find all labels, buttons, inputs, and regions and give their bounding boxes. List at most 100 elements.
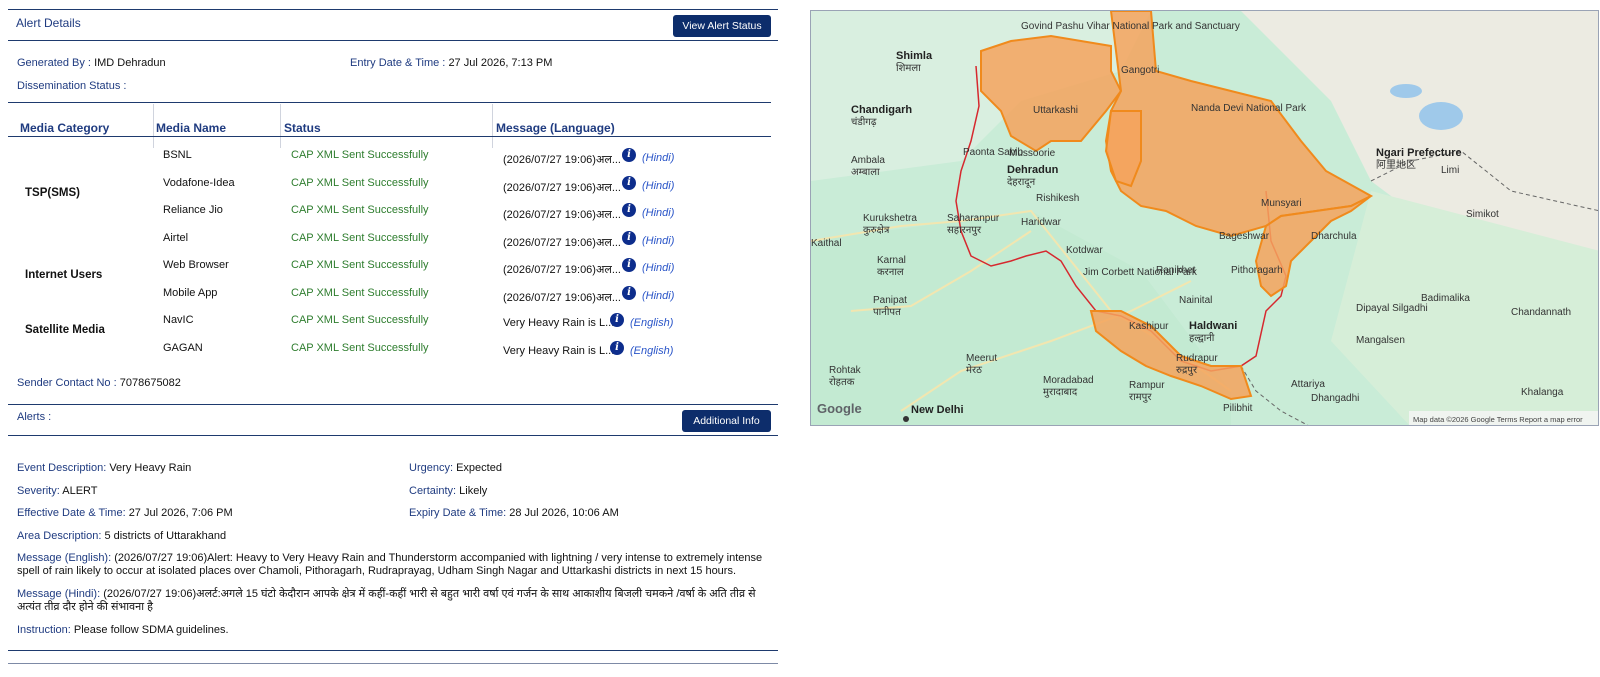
map-label-moradabad-hi: मुरादाबाद bbox=[1043, 387, 1078, 398]
map-label-new-delhi: New Delhi bbox=[911, 404, 964, 416]
message-language: (Hindi) bbox=[642, 207, 675, 219]
map-label-shimla: Shimla bbox=[896, 50, 933, 62]
alert-details-panel: Alert Details View Alert Status Generate… bbox=[8, 8, 794, 676]
map-label-pilibhit: Pilibhit bbox=[1223, 403, 1253, 414]
map-label-panipat-hi: पानीपत bbox=[873, 306, 901, 318]
table-row: Airtel CAP XML Sent Successfully (2026/07/… bbox=[8, 230, 778, 260]
map-label-ambala: Ambala bbox=[851, 155, 885, 166]
table-row: Web Browser CAP XML Sent Successfully (202… bbox=[8, 258, 778, 287]
sender-contact: Sender Contact No : 7078675082 bbox=[17, 377, 181, 389]
map-label-meerut-hi: मेरठ bbox=[966, 364, 982, 376]
message-language: (Hindi) bbox=[642, 234, 675, 247]
table-row: NavIC CAP XML Sent Successfully Very Heavy… bbox=[8, 313, 778, 342]
message-language: (English) bbox=[630, 344, 674, 357]
info-icon[interactable]: i bbox=[622, 175, 636, 190]
message-language: (Hindi) bbox=[642, 289, 675, 302]
area-description: Area Description: 5 districts of Uttarak… bbox=[17, 530, 227, 542]
map-label-chandigarh: Chandigarh bbox=[851, 104, 912, 116]
map-label-kaithal: Kaithal bbox=[811, 238, 842, 249]
table-row: Vodafone-Idea CAP XML Sent Successfully (2… bbox=[8, 175, 778, 205]
map-label-kurukshetra-hi: कुरुक्षेत्र bbox=[863, 224, 890, 236]
info-icon[interactable]: i bbox=[622, 258, 636, 272]
info-icon[interactable]: i bbox=[622, 148, 636, 162]
map-label-meerut: Meerut bbox=[966, 353, 997, 364]
effective-date-time: Effective Date & Time: 27 Jul 2026, 7:06… bbox=[17, 507, 233, 519]
map-label-bageshwar: Bageshwar bbox=[1219, 231, 1270, 242]
map-label-haldwani-hi: हल्द्वानी bbox=[1189, 332, 1215, 344]
additional-info-button[interactable]: Additional Info bbox=[682, 410, 771, 432]
media-status: CAP XML Sent Successfully bbox=[291, 231, 429, 244]
generated-by: Generated By : IMD Dehradun bbox=[17, 57, 166, 69]
city-dot-new-delhi bbox=[903, 416, 909, 422]
media-name: Vodafone-Idea bbox=[163, 176, 235, 189]
map-attribution[interactable]: Map data ©2026 Google Terms Report a map… bbox=[1413, 415, 1583, 424]
map-label-rampur: Rampur bbox=[1129, 380, 1165, 391]
media-name: GAGAN bbox=[163, 341, 203, 354]
media-message: (2026/07/27 19:06)अल... bbox=[503, 291, 621, 304]
header-media-name: Media Name bbox=[156, 121, 227, 135]
google-logo: Google bbox=[817, 401, 862, 416]
bottom-divider-2 bbox=[8, 663, 778, 664]
info-icon[interactable]: i bbox=[622, 203, 636, 217]
media-name: BSNL bbox=[163, 149, 192, 161]
map-label-chandannath: Chandannath bbox=[1511, 307, 1571, 318]
map-label-attariya: Attariya bbox=[1291, 379, 1325, 390]
table-row: Mobile App CAP XML Sent Successfully (2026… bbox=[8, 285, 778, 315]
map-label-gangotri: Gangotri bbox=[1121, 65, 1159, 76]
media-status: CAP XML Sent Successfully bbox=[291, 149, 429, 161]
map-canvas[interactable]: Shimla शिमला Chandigarh चंडीगढ़ Ambala अ… bbox=[811, 11, 1599, 426]
map-label-dharchula: Dharchula bbox=[1311, 231, 1357, 242]
map-label-dipayal: Dipayal Silgadhi bbox=[1356, 303, 1428, 314]
media-name: Mobile App bbox=[163, 286, 218, 299]
map-label-rishikesh: Rishikesh bbox=[1036, 193, 1079, 204]
map-label-pithoragarh: Pithoragarh bbox=[1231, 265, 1283, 276]
lake-mansarovar bbox=[1419, 102, 1463, 130]
message-hindi: Message (Hindi): (2026/07/27 19:06)अलर्ट… bbox=[17, 588, 756, 613]
media-status: CAP XML Sent Successfully bbox=[291, 341, 429, 354]
col-sep bbox=[153, 104, 154, 148]
media-status: CAP XML Sent Successfully bbox=[291, 314, 429, 326]
info-icon[interactable]: i bbox=[610, 340, 624, 355]
severity: Severity: ALERT bbox=[17, 485, 98, 497]
top-divider bbox=[8, 9, 778, 10]
media-status: CAP XML Sent Successfully bbox=[291, 204, 429, 216]
map-label-mangalsen: Mangalsen bbox=[1356, 335, 1405, 346]
bottom-divider-1 bbox=[8, 650, 778, 651]
col-sep bbox=[280, 104, 281, 148]
map-label-rudrapur-hi: रुद्रपुर bbox=[1176, 365, 1198, 376]
event-description: Event Description: Very Heavy Rain bbox=[17, 462, 192, 474]
map-label-karnal: Karnal bbox=[877, 255, 906, 266]
media-message: (2026/07/27 19:06)अल... bbox=[503, 264, 621, 276]
media-name: NavIC bbox=[163, 314, 194, 326]
view-alert-status-button[interactable]: View Alert Status bbox=[673, 15, 771, 37]
map-label-badimalika: Badimalika bbox=[1421, 293, 1470, 304]
info-icon[interactable]: i bbox=[622, 230, 636, 245]
info-icon[interactable]: i bbox=[610, 313, 624, 327]
table-row: GAGAN CAP XML Sent Successfully Very Heavy… bbox=[8, 340, 778, 370]
message-english: Message (English): (2026/07/27 19:06)Ale… bbox=[17, 552, 763, 577]
media-name: Web Browser bbox=[163, 259, 229, 271]
lake-rakshastal bbox=[1390, 84, 1422, 98]
map-label-panipat: Panipat bbox=[873, 295, 907, 306]
media-message: (2026/07/27 19:06)अल... bbox=[503, 209, 621, 221]
header-divider bbox=[8, 40, 778, 41]
alerts-header-divider bbox=[8, 435, 778, 436]
table-header-border bbox=[8, 136, 771, 137]
map-label-kotdwar: Kotdwar bbox=[1066, 245, 1103, 256]
map-label-dhangadhi: Dhangadhi bbox=[1311, 393, 1359, 404]
media-name: Airtel bbox=[163, 231, 189, 244]
alert-area-map[interactable]: Shimla शिमला Chandigarh चंडीगढ़ Ambala अ… bbox=[810, 10, 1599, 426]
map-label-ranikhet: Ranikhet bbox=[1156, 265, 1196, 276]
col-sep bbox=[492, 104, 493, 148]
map-label-paonta: Paonta Sahib bbox=[963, 147, 1023, 158]
info-icon[interactable]: i bbox=[622, 285, 636, 300]
map-label-rudrapur: Rudrapur bbox=[1176, 353, 1218, 364]
map-label-kashipur: Kashipur bbox=[1129, 321, 1169, 332]
expiry-date-time: Expiry Date & Time: 28 Jul 2026, 10:06 A… bbox=[409, 507, 619, 519]
section-title-alert-details: Alert Details bbox=[16, 16, 81, 30]
message-language: (Hindi) bbox=[642, 179, 675, 192]
alerts-top-divider bbox=[8, 404, 778, 405]
map-label-nainital: Nainital bbox=[1179, 295, 1212, 306]
media-status: CAP XML Sent Successfully bbox=[291, 259, 429, 271]
media-message: (2026/07/27 19:06)अल... bbox=[503, 236, 621, 249]
